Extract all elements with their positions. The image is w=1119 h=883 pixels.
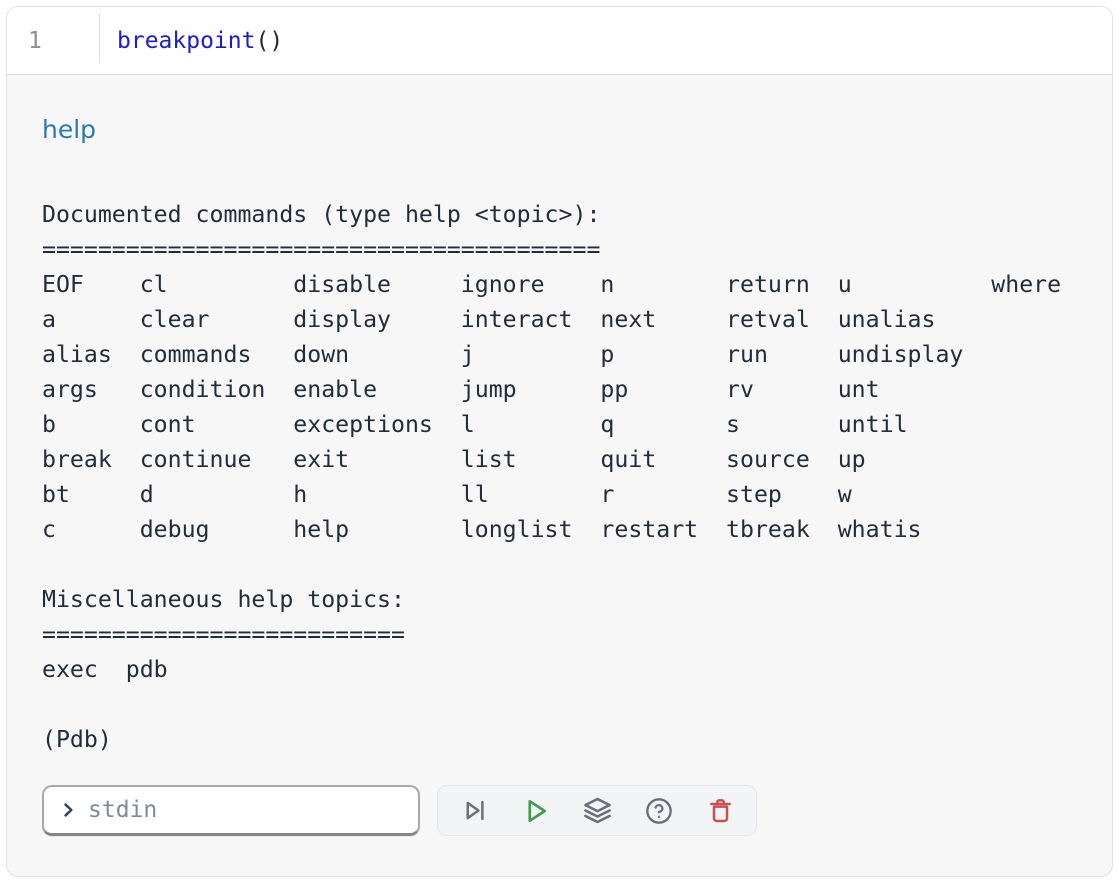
shell-echo-input: help	[42, 115, 1077, 145]
shell-controls	[42, 785, 1077, 836]
stdin-input-box[interactable]	[42, 785, 420, 836]
code-line[interactable]: breakpoint()	[100, 7, 1112, 74]
question-circle-icon	[645, 797, 673, 825]
trash-icon	[707, 797, 734, 824]
play-icon	[521, 796, 551, 826]
step-button[interactable]	[454, 791, 494, 831]
shell-output-panel: help Documented commands (type help <top…	[7, 75, 1112, 836]
chevron-right-icon	[58, 800, 78, 820]
line-number: 1	[28, 28, 42, 54]
layers-icon	[583, 796, 612, 825]
line-number-gutter: 1	[7, 7, 100, 74]
pdb-prompt: (Pdb)	[42, 722, 1077, 757]
birdseye-button[interactable]	[577, 791, 617, 831]
shell-output: Documented commands (type help <topic>):…	[42, 197, 1077, 687]
skip-forward-icon	[461, 797, 488, 824]
stdin-input[interactable]	[86, 796, 408, 824]
code-token-punctuation: ()	[255, 28, 283, 54]
code-editor[interactable]: 1 breakpoint()	[7, 7, 1112, 75]
python-cell-card: 1 breakpoint() help Documented commands …	[6, 6, 1113, 877]
shell-toolbar	[437, 785, 757, 836]
help-button[interactable]	[639, 791, 679, 831]
code-token-builtin: breakpoint	[117, 28, 255, 54]
run-button[interactable]	[516, 791, 556, 831]
clear-button[interactable]	[700, 791, 740, 831]
